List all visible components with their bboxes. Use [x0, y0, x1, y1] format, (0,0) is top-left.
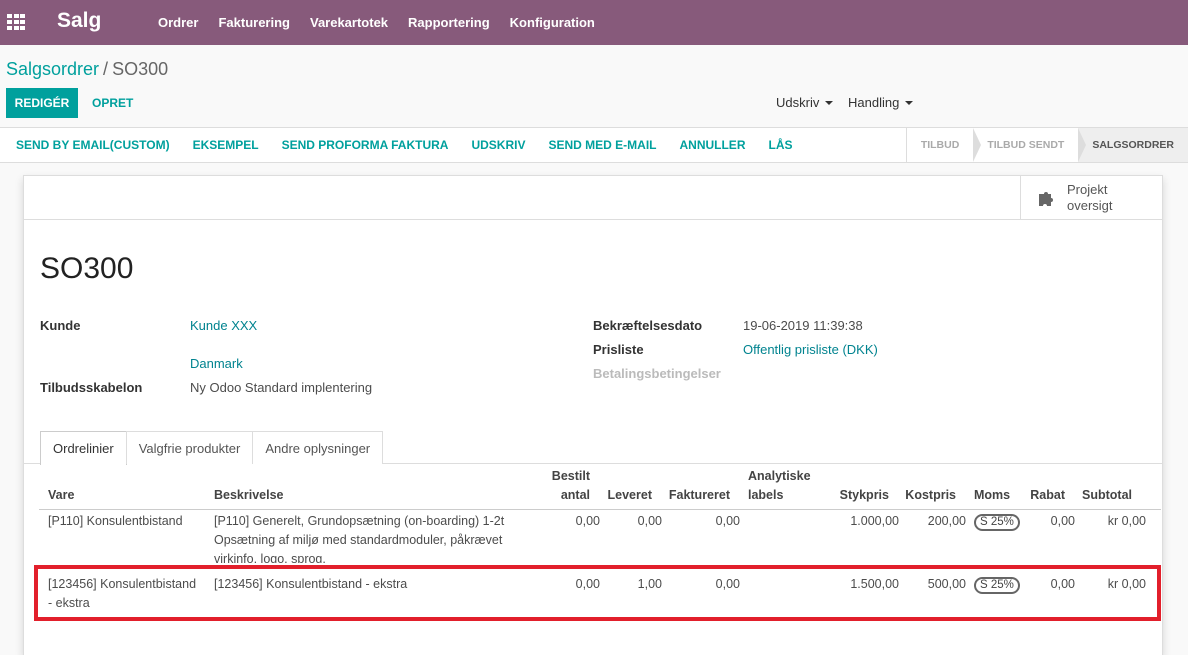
cancel-button[interactable]: ANNULLER: [679, 138, 745, 152]
action-dropdown[interactable]: Handling: [848, 95, 914, 110]
pricelist-link[interactable]: Offentlig prisliste (DKK): [743, 342, 878, 357]
button-box: Projekt oversigt: [24, 176, 1162, 220]
confirmation-date-value: 19-06-2019 11:39:38: [743, 318, 863, 333]
row1-discount[interactable]: 0,00: [1020, 512, 1075, 531]
col-header-analytic-line2: labels: [748, 488, 784, 502]
notebook-tabs: Ordrelinier Valgfrie produkter Andre opl…: [40, 431, 384, 465]
project-overview-button[interactable]: Projekt oversigt: [1020, 176, 1162, 220]
statusbar: SEND BY EMAIL(CUSTOM) EKSEMPEL SEND PROF…: [0, 127, 1188, 163]
apps-grid-icon[interactable]: [7, 14, 25, 30]
caret-down-icon: [905, 100, 914, 105]
col-header-subtotal[interactable]: Subtotal: [1072, 486, 1132, 505]
create-button[interactable]: OPRET: [82, 88, 143, 118]
puzzle-icon: [1039, 192, 1053, 206]
row1-description[interactable]: [P110] Generelt, Grundopsætning (on-boar…: [214, 512, 534, 563]
col-header-tax[interactable]: Moms: [974, 486, 1010, 505]
col-header-cost[interactable]: Kostpris: [896, 486, 956, 505]
row-highlight-annotation: [34, 565, 1161, 621]
col-header-invoiced[interactable]: Faktureret: [660, 486, 730, 505]
breadcrumb: Salgsordrer / SO300: [6, 59, 168, 80]
row1-product[interactable]: [P110] Konsulentbistand: [48, 512, 183, 531]
menu-item-orders[interactable]: Ordrer: [158, 15, 198, 30]
row1-delivered[interactable]: 0,00: [602, 512, 662, 531]
stage-pipeline: TILBUD TILBUD SENDT SALGSORDRER: [905, 128, 1188, 162]
tab-optional-products[interactable]: Valgfrie produkter: [125, 431, 254, 464]
col-header-ordered-line2: antal: [560, 488, 590, 502]
edit-button[interactable]: REDIGÉR: [6, 88, 78, 118]
lock-button[interactable]: LÅS: [768, 138, 792, 152]
statusbar-buttons: SEND BY EMAIL(CUSTOM) EKSEMPEL SEND PROF…: [4, 128, 803, 162]
caret-down-icon: [825, 100, 834, 105]
row1-cost[interactable]: 200,00: [906, 512, 966, 531]
preview-button[interactable]: EKSEMPEL: [193, 138, 259, 152]
send-by-email-custom-button[interactable]: SEND BY EMAIL(CUSTOM): [16, 138, 170, 152]
template-label: Tilbudsskabelon: [40, 380, 143, 395]
print-dropdown[interactable]: Udskriv: [776, 95, 834, 110]
stat-label: Projekt oversigt: [1067, 182, 1137, 214]
menu-item-invoicing[interactable]: Fakturering: [218, 15, 290, 30]
stat-label-line2: oversigt: [1067, 198, 1113, 213]
tab-order-lines[interactable]: Ordrelinier: [40, 431, 127, 465]
row1-tax-badge[interactable]: S 25%: [974, 514, 1020, 531]
breadcrumb-parent[interactable]: Salgsordrer: [6, 59, 99, 79]
row1-subtotal[interactable]: kr 0,00: [1080, 512, 1146, 531]
top-navbar: Salg Ordrer Fakturering Varekartotek Rap…: [0, 0, 1188, 45]
row1-description-line1: [P110] Generelt, Grundopsætning (on-boar…: [214, 514, 505, 528]
breadcrumb-current: SO300: [112, 59, 169, 79]
menu-item-reporting[interactable]: Rapportering: [408, 15, 490, 30]
col-header-ordered-line1: Bestilt: [551, 469, 590, 483]
send-proforma-invoice-button[interactable]: SEND PROFORMA FAKTURA: [282, 138, 449, 152]
print-dropdown-label: Udskriv: [776, 95, 820, 110]
stage-quotation-sent[interactable]: TILBUD SENDT: [973, 128, 1087, 162]
row1-description-line3: virkinfo, logo, sprog.: [214, 552, 326, 563]
pricelist-label: Prisliste: [593, 342, 644, 357]
stage-sales-order[interactable]: SALGSORDRER: [1078, 128, 1188, 162]
col-header-unit-price[interactable]: Stykpris: [820, 486, 889, 505]
table-header-divider: [39, 509, 1161, 510]
menu-item-configuration[interactable]: Konfiguration: [510, 15, 595, 30]
col-header-analytic-line1: Analytiske: [748, 469, 811, 483]
confirmation-date-label: Bekræftelsesdato: [593, 318, 703, 333]
col-header-analytic[interactable]: Analytiske labels: [748, 467, 811, 505]
row1-invoiced[interactable]: 0,00: [680, 512, 740, 531]
breadcrumb-separator: /: [103, 59, 109, 79]
action-dropdown-label: Handling: [848, 95, 900, 110]
customer-link[interactable]: Kunde XXX: [190, 318, 257, 333]
row1-unit-price[interactable]: 1.000,00: [820, 512, 899, 531]
template-value: Ny Odoo Standard implentering: [190, 380, 373, 395]
menu-item-products[interactable]: Varekartotek: [310, 15, 388, 30]
row1-ordered[interactable]: 0,00: [540, 512, 600, 531]
col-header-discount[interactable]: Rabat: [1020, 486, 1065, 505]
col-header-delivered[interactable]: Leveret: [600, 486, 652, 505]
customer-label: Kunde: [40, 318, 81, 333]
print-button[interactable]: UDSKRIV: [471, 138, 525, 152]
tab-other-info[interactable]: Andre oplysninger: [252, 431, 384, 464]
col-header-product[interactable]: Vare: [48, 486, 74, 505]
stage-quotation[interactable]: TILBUD: [907, 128, 981, 162]
payment-terms-label: Betalingsbetingelser: [593, 366, 721, 381]
send-by-email-button[interactable]: SEND MED E-MAIL: [548, 138, 656, 152]
col-header-ordered[interactable]: Bestilt antal: [540, 467, 590, 505]
main-menu: Ordrer Fakturering Varekartotek Rapporte…: [148, 0, 605, 45]
col-header-description[interactable]: Beskrivelse: [214, 486, 284, 505]
row1-description-line2: Opsætning af miljø med standardmoduler, …: [214, 533, 503, 547]
stat-label-line1: Projekt: [1067, 182, 1108, 197]
customer-country[interactable]: Danmark: [190, 356, 243, 371]
app-brand: Salg: [57, 9, 102, 32]
record-title: SO300: [40, 252, 134, 285]
